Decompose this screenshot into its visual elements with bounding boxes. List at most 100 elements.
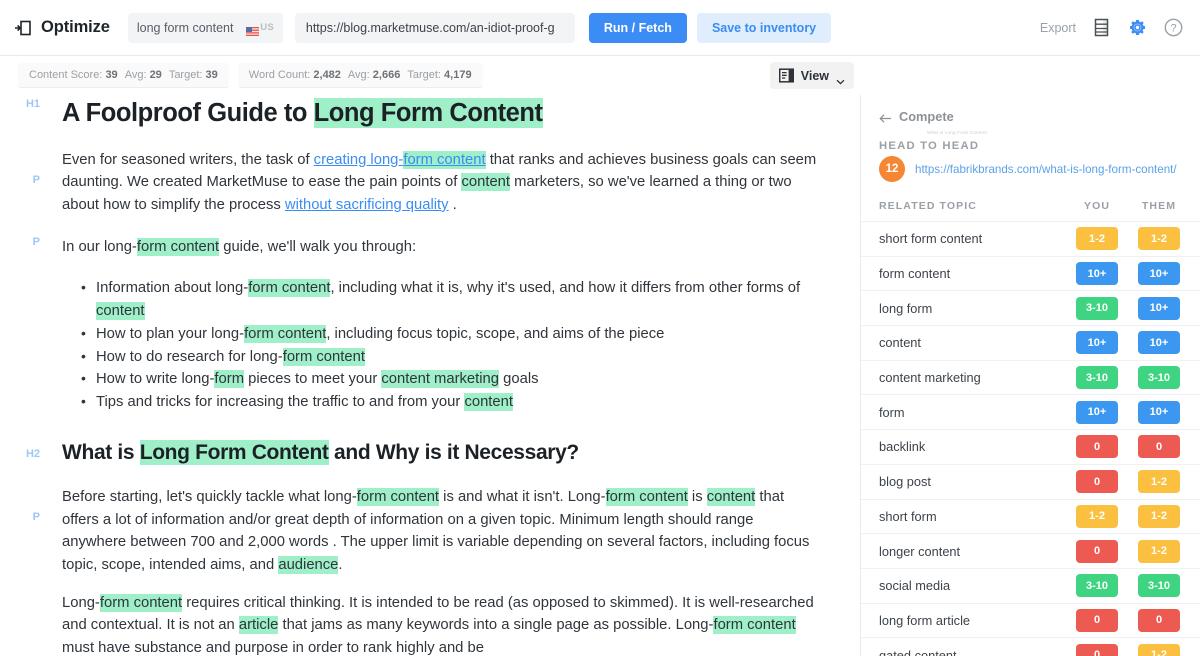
svg-text:?: ? bbox=[1170, 23, 1176, 35]
table-row[interactable]: backlink 0 0 bbox=[861, 429, 1200, 464]
back-label: Compete bbox=[899, 109, 954, 124]
you-badge: 10+ bbox=[1076, 400, 1118, 424]
run-fetch-button[interactable]: Run / Fetch bbox=[588, 12, 687, 43]
table-row[interactable]: content 10+ 10+ bbox=[861, 325, 1200, 360]
link-without-sacrificing-quality[interactable]: without sacrificing quality bbox=[285, 197, 449, 213]
competitor-url-link[interactable]: https://fabrikbrands.com/what-is-long-fo… bbox=[915, 163, 1177, 176]
you-badge-cell: 0 bbox=[1066, 435, 1128, 459]
save-to-inventory-button[interactable]: Save to inventory bbox=[696, 12, 832, 43]
url-value: https://blog.marketmuse.com/an-idiot-pro… bbox=[305, 20, 555, 35]
brand-title: Optimize bbox=[41, 18, 110, 36]
them-badge: 0 bbox=[1138, 435, 1180, 459]
them-badge: 1-2 bbox=[1138, 227, 1180, 251]
list-item: How to write long-form pieces to meet yo… bbox=[79, 367, 820, 391]
word-count-main: Word Count: 2,482 bbox=[248, 69, 341, 81]
topic-label: long form article bbox=[879, 612, 971, 628]
topic-label: backlink bbox=[879, 439, 926, 455]
topic-label: short form bbox=[879, 508, 937, 524]
table-row[interactable]: social media 3-10 3-10 bbox=[861, 567, 1200, 603]
topic-label: social media bbox=[879, 578, 951, 594]
paragraph-1: Even for seasoned writers, the task of c… bbox=[62, 150, 817, 213]
view-label: View bbox=[800, 68, 829, 83]
word-count-target: Target: 4,179 bbox=[407, 69, 472, 81]
them-badge: 1-2 bbox=[1138, 643, 1180, 656]
them-badge: 3-10 bbox=[1138, 366, 1180, 390]
table-row[interactable]: longer content 0 1-2 bbox=[861, 533, 1200, 568]
you-badge: 10+ bbox=[1076, 331, 1118, 355]
keyword-input[interactable]: long form content US bbox=[127, 12, 283, 43]
word-count-chip[interactable]: Word Count: 2,482 Avg: 2,666 Target: 4,1… bbox=[237, 63, 483, 88]
us-flag-icon bbox=[246, 23, 260, 36]
brand: Optimize bbox=[14, 18, 110, 37]
gear-icon[interactable] bbox=[1127, 17, 1148, 38]
link-creating-long-form-content[interactable]: creating long-form content bbox=[314, 150, 486, 169]
locale-label: US bbox=[260, 22, 274, 33]
document-editor[interactable]: H1 A Foolproof Guide to Long Form Conten… bbox=[0, 95, 860, 656]
them-badge: 10+ bbox=[1138, 331, 1180, 355]
them-badge-cell: 10+ bbox=[1128, 262, 1190, 286]
toolbar-actions: Export ? bbox=[1040, 17, 1184, 38]
table-row[interactable]: long form article 0 0 bbox=[861, 602, 1200, 638]
page-title: A Foolproof Guide to Long Form Content bbox=[62, 98, 543, 128]
competitor-rank-badge: 12 bbox=[879, 156, 905, 182]
table-row[interactable]: form 10+ 10+ bbox=[861, 394, 1200, 429]
export-doc-icon[interactable] bbox=[1091, 17, 1112, 38]
you-badge-cell: 0 bbox=[1066, 643, 1128, 656]
block-p3: P Before starting, let's quickly tackle … bbox=[0, 486, 820, 577]
topic-label: longer content bbox=[879, 543, 961, 559]
view-button[interactable]: View bbox=[769, 62, 854, 89]
block-p2: P In our long-form content guide, we'll … bbox=[0, 236, 820, 259]
table-header: RELATED TOPIC YOU THEM bbox=[861, 182, 1200, 221]
you-badge: 3-10 bbox=[1076, 366, 1118, 390]
ghost-overlay-text: What is Long Form Content bbox=[927, 130, 988, 135]
you-badge: 0 bbox=[1076, 470, 1118, 494]
export-label[interactable]: Export bbox=[1040, 21, 1076, 35]
content-score-main: Content Score: 39 bbox=[29, 69, 118, 81]
column-header-topic: RELATED TOPIC bbox=[879, 200, 977, 212]
list-item: How to do research for long-form content bbox=[79, 345, 820, 369]
top-toolbar: Optimize long form content US https://bl… bbox=[0, 0, 1200, 56]
workspace: H1 A Foolproof Guide to Long Form Conten… bbox=[0, 95, 1200, 656]
table-row[interactable]: gated content 0 1-2 bbox=[861, 637, 1200, 656]
table-row[interactable]: content marketing 3-10 3-10 bbox=[861, 359, 1200, 395]
them-badge: 10+ bbox=[1138, 262, 1180, 286]
them-badge-cell: 0 bbox=[1128, 608, 1190, 632]
url-input[interactable]: https://blog.marketmuse.com/an-idiot-pro… bbox=[294, 12, 575, 43]
you-badge-cell: 1-2 bbox=[1066, 504, 1128, 528]
content-score-target: Target: 39 bbox=[168, 69, 218, 81]
paragraph-2: In our long-form content guide, we'll wa… bbox=[62, 237, 417, 256]
content-score-chip[interactable]: Content Score: 39 Avg: 29 Target: 39 bbox=[18, 63, 229, 88]
help-icon[interactable]: ? bbox=[1163, 17, 1184, 38]
paragraph-4: Long-form content requires critical thin… bbox=[62, 593, 814, 656]
paragraph-3: Before starting, let's quickly tackle wh… bbox=[62, 487, 810, 574]
column-header-you: YOU bbox=[1083, 200, 1111, 212]
them-badge-cell: 1-2 bbox=[1128, 643, 1190, 656]
them-badge-cell: 1-2 bbox=[1128, 539, 1190, 563]
topic-label: form content bbox=[879, 266, 951, 282]
table-row[interactable]: long form 3-10 10+ bbox=[861, 290, 1200, 325]
you-badge: 3-10 bbox=[1076, 296, 1118, 320]
compete-panel: Compete HEAD TO HEAD What is Long Form C… bbox=[860, 95, 1200, 656]
head-to-head-header: HEAD TO HEAD What is Long Form Content bbox=[861, 124, 1200, 152]
you-badge: 3-10 bbox=[1076, 574, 1118, 598]
section-title: What is Long Form Content and Why is it … bbox=[62, 439, 579, 465]
block-h1: H1 A Foolproof Guide to Long Form Conten… bbox=[0, 98, 820, 129]
table-row[interactable]: short form 1-2 1-2 bbox=[861, 498, 1200, 534]
table-row[interactable]: form content 10+ 10+ bbox=[861, 255, 1200, 291]
block-tag-p3: P bbox=[32, 510, 40, 523]
you-badge-cell: 0 bbox=[1066, 608, 1128, 632]
highlight-term: Long Form Content bbox=[313, 98, 543, 128]
you-badge: 0 bbox=[1076, 539, 1118, 563]
optimize-logo-icon bbox=[14, 19, 32, 37]
table-row[interactable]: blog post 0 1-2 bbox=[861, 463, 1200, 499]
head-to-head-label: HEAD TO HEAD bbox=[879, 140, 980, 152]
highlight-term: Long Form Content bbox=[139, 439, 329, 465]
back-to-compete-button[interactable]: Compete bbox=[861, 95, 1200, 124]
them-badge-cell: 3-10 bbox=[1128, 366, 1190, 390]
locale-selector[interactable]: US bbox=[246, 22, 274, 36]
table-row[interactable]: short form content 1-2 1-2 bbox=[861, 221, 1200, 256]
them-badge-cell: 10+ bbox=[1128, 331, 1190, 355]
you-badge-cell: 0 bbox=[1066, 539, 1128, 563]
block-tag-p2: P bbox=[32, 235, 40, 248]
them-badge: 1-2 bbox=[1138, 504, 1180, 528]
